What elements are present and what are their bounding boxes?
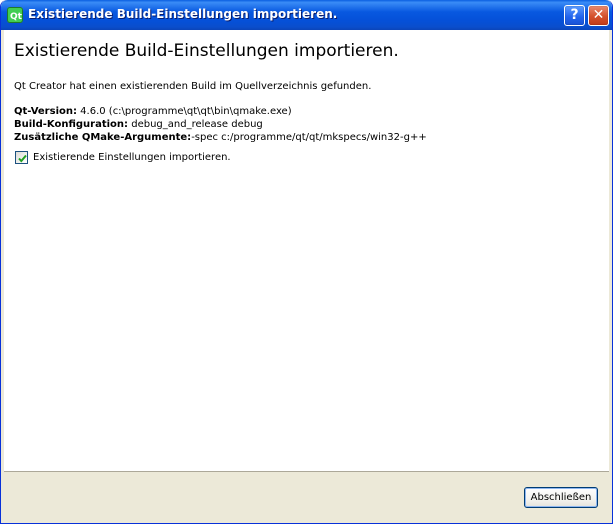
qt-creator-icon: Qt [7, 7, 23, 23]
build-config-value: debug_and_release debug [128, 119, 263, 130]
qmake-args-row: Zusätzliche QMake-Argumente:-spec c:/pro… [14, 132, 427, 143]
wizard-page: Existierende Build-Einstellungen importi… [4, 30, 609, 471]
page-title: Existierende Build-Einstellungen importi… [14, 41, 399, 61]
build-config-row: Build-Konfiguration: debug_and_release d… [14, 119, 263, 130]
window-title: Existierende Build-Einstellungen importi… [28, 7, 338, 21]
close-button[interactable]: ✕ [588, 5, 609, 26]
checkmark-icon [18, 154, 27, 163]
qmake-args-label: Zusätzliche QMake-Argumente: [14, 132, 192, 143]
qt-version-row: Qt-Version: 4.6.0 (c:\programme\qt\qt\bi… [14, 106, 292, 117]
intro-text: Qt Creator hat einen existierenden Build… [14, 81, 372, 92]
dialog-window: Qt Existierende Build-Einstellungen impo… [0, 0, 613, 524]
import-checkbox[interactable] [15, 151, 28, 164]
qt-version-label: Qt-Version: [14, 106, 77, 117]
finish-button[interactable]: Abschließen [524, 487, 598, 508]
import-checkbox-label[interactable]: Existierende Einstellungen importieren. [33, 152, 231, 163]
footer-divider [4, 471, 609, 472]
title-bar[interactable]: Qt Existierende Build-Einstellungen impo… [1, 0, 612, 30]
build-config-label: Build-Konfiguration: [14, 119, 129, 130]
svg-text:Qt: Qt [10, 12, 23, 22]
qt-version-value: 4.6.0 (c:\programme\qt\qt\bin\qmake.exe) [76, 106, 292, 117]
help-button[interactable]: ? [564, 5, 585, 26]
qmake-args-value: -spec c:/programme/qt/qt/mkspecs/win32-g… [191, 132, 427, 143]
